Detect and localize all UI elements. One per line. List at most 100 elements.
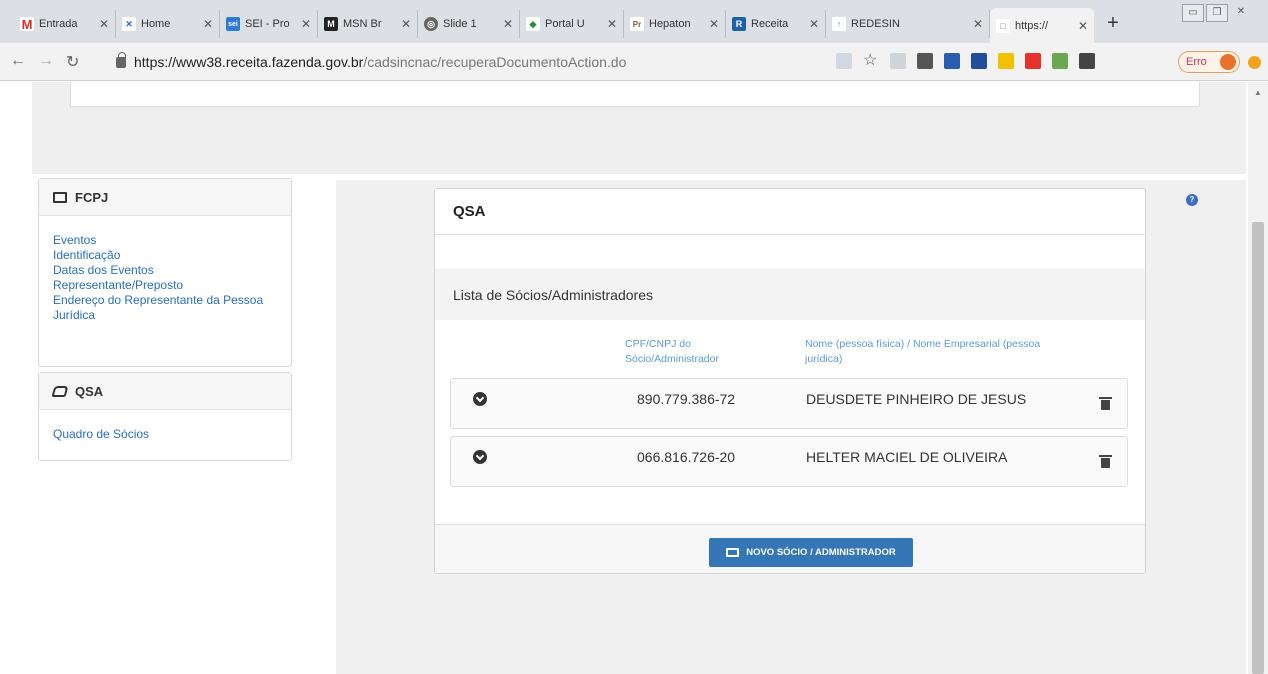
scrollbar[interactable]: ▲ bbox=[1248, 82, 1268, 674]
page-icon: □ bbox=[996, 18, 1010, 33]
table-row: 066.816.726-20 HELTER MACIEL DE OLIVEIRA bbox=[450, 436, 1128, 487]
qsa-panel-header: QSA bbox=[39, 373, 291, 410]
qsa-card: QSA Lista de Sócios/Administradores CPF/… bbox=[434, 188, 1146, 574]
help-icon[interactable]: ? bbox=[1186, 194, 1198, 206]
browser-toolbar: ← → ↻ https://www38.receita.fazenda.gov.… bbox=[0, 43, 1268, 81]
extension-icon[interactable] bbox=[971, 53, 987, 69]
tab-label: SEI - Pro bbox=[245, 18, 290, 30]
browser-tab[interactable]: ◆ Portal U ✕ bbox=[520, 10, 624, 38]
browser-tab[interactable]: ✕ Home ✕ bbox=[116, 10, 220, 38]
trash-icon[interactable] bbox=[1099, 397, 1112, 410]
column-header-cpf: CPF/CNPJ do Sócio/Administrador bbox=[625, 338, 719, 365]
close-icon[interactable]: ✕ bbox=[301, 17, 311, 31]
chart-extension-icon[interactable] bbox=[917, 53, 933, 69]
sidebar-link-eventos[interactable]: Eventos bbox=[53, 233, 277, 248]
url-host: https://www38.receita.fazenda.gov.br bbox=[134, 54, 364, 70]
close-icon[interactable]: ✕ bbox=[709, 17, 719, 31]
star-icon[interactable]: ☆ bbox=[863, 53, 879, 69]
browser-tab-strip: M Entrada ✕ ✕ Home ✕ sei SEI - Pro ✕ M M… bbox=[0, 0, 1268, 43]
fcpj-panel-header: FCPJ bbox=[39, 179, 291, 216]
browser-tab[interactable]: M Entrada ✕ bbox=[14, 10, 116, 38]
table-row: 890.779.386-72 DEUSDETE PINHEIRO DE JESU… bbox=[450, 378, 1128, 429]
extension-alert-icon[interactable] bbox=[1248, 56, 1261, 69]
trash-icon[interactable] bbox=[1099, 455, 1112, 468]
table-icon bbox=[53, 191, 67, 203]
extension-icon[interactable] bbox=[998, 53, 1014, 69]
close-icon[interactable]: ✕ bbox=[203, 17, 213, 31]
browser-tab[interactable]: ↑ REDESIN ✕ bbox=[826, 10, 990, 38]
portal-icon: ◆ bbox=[526, 17, 540, 31]
scroll-up-icon[interactable]: ▲ bbox=[1254, 88, 1262, 97]
nome-value: HELTER MACIEL DE OLIVEIRA bbox=[806, 449, 1008, 465]
scrollbar-thumb[interactable] bbox=[1252, 222, 1264, 674]
fcpj-panel: FCPJ Eventos Identificação Datas dos Eve… bbox=[38, 178, 292, 367]
extension-icon[interactable] bbox=[1052, 53, 1068, 69]
browser-tab-active[interactable]: □ https:// ✕ bbox=[990, 8, 1094, 43]
browser-tab[interactable]: M MSN Br ✕ bbox=[318, 10, 418, 38]
sidebar-link-endereco-representante[interactable]: Endereço do Representante da Pessoa Jurí… bbox=[53, 293, 273, 323]
close-icon[interactable]: ✕ bbox=[503, 17, 513, 31]
minimize-icon[interactable]: ▭ bbox=[1182, 4, 1204, 22]
add-socio-button[interactable]: NOVO SÓCIO / ADMINISTRADOR bbox=[709, 538, 913, 567]
fcpj-title: FCPJ bbox=[75, 189, 109, 205]
browser-tab[interactable]: ◎ Slide 1 ✕ bbox=[418, 10, 520, 38]
page-viewport: ▲ FCPJ Eventos Identificação Datas dos E… bbox=[0, 82, 1268, 674]
sidebar-link-datas-eventos[interactable]: Datas dos Eventos bbox=[53, 263, 277, 278]
extension-icon[interactable] bbox=[890, 53, 906, 69]
sidebar-link-quadro-socios[interactable]: Quadro de Sócios bbox=[53, 427, 277, 442]
back-icon[interactable]: ← bbox=[10, 52, 26, 70]
translate-icon[interactable] bbox=[836, 53, 852, 69]
cpf-value: 890.779.386-72 bbox=[637, 391, 736, 407]
reload-icon[interactable]: ↻ bbox=[66, 52, 79, 72]
window-controls: ▭ ❐ ✕ bbox=[1180, 4, 1252, 22]
close-icon[interactable]: ✕ bbox=[1078, 19, 1088, 33]
profile-error-button[interactable]: Erro bbox=[1178, 51, 1240, 73]
tab-label: Entrada bbox=[39, 18, 78, 30]
add-socio-label: NOVO SÓCIO / ADMINISTRADOR bbox=[746, 547, 896, 558]
receita-icon: R bbox=[732, 17, 746, 31]
sei-extension-icon[interactable] bbox=[1079, 53, 1095, 69]
tab-label: Slide 1 bbox=[443, 18, 477, 30]
error-label: Erro bbox=[1186, 56, 1207, 68]
maximize-icon[interactable]: ❐ bbox=[1206, 4, 1228, 22]
sidebar-link-representante[interactable]: Representante/Preposto bbox=[53, 278, 277, 293]
extension-icon[interactable] bbox=[1025, 53, 1041, 69]
tab-label: REDESIN bbox=[851, 18, 900, 30]
sidebar-link-identificacao[interactable]: Identificação bbox=[53, 248, 277, 263]
card-footer: NOVO SÓCIO / ADMINISTRADOR bbox=[435, 524, 1145, 573]
redesim-icon: ↑ bbox=[832, 17, 846, 31]
close-icon[interactable]: ✕ bbox=[99, 17, 109, 31]
qsa-panel: QSA Quadro de Sócios bbox=[38, 372, 292, 461]
chevron-down-icon[interactable] bbox=[473, 392, 487, 406]
tab-label: Home bbox=[141, 18, 171, 30]
avatar bbox=[1220, 54, 1236, 70]
page-title: QSA bbox=[435, 189, 1145, 235]
new-tab-button[interactable]: + bbox=[1100, 13, 1126, 35]
close-icon[interactable]: ✕ bbox=[607, 17, 617, 31]
column-header-nome: Nome (pessoa física) / Nome Empresarial … bbox=[805, 338, 1041, 365]
tab-label: Hepaton bbox=[649, 18, 691, 30]
home-tab-icon: ✕ bbox=[122, 17, 136, 31]
hepaton-icon: Pr bbox=[630, 17, 644, 31]
forward-icon[interactable]: → bbox=[38, 52, 54, 70]
browser-tab[interactable]: R Receita ✕ bbox=[726, 10, 826, 38]
gmail-icon: M bbox=[20, 16, 34, 32]
close-window-icon[interactable]: ✕ bbox=[1230, 4, 1252, 22]
top-menu bbox=[70, 82, 1200, 107]
qsa-title: QSA bbox=[75, 383, 104, 399]
close-icon[interactable]: ✕ bbox=[809, 17, 819, 31]
chevron-down-icon[interactable] bbox=[473, 450, 487, 464]
address-bar[interactable]: https://www38.receita.fazenda.gov.br/cad… bbox=[116, 49, 896, 75]
tab-label: https:// bbox=[1015, 19, 1049, 32]
cpf-value: 066.816.726-20 bbox=[637, 449, 736, 465]
extension-icons: ☆ bbox=[836, 53, 1106, 69]
close-icon[interactable]: ✕ bbox=[401, 17, 411, 31]
list-title: Lista de Sócios/Administradores bbox=[435, 269, 1145, 320]
lock-icon bbox=[116, 51, 126, 68]
close-icon[interactable]: ✕ bbox=[973, 17, 983, 31]
handshake-icon bbox=[51, 385, 69, 397]
browser-tab[interactable]: Pr Hepaton ✕ bbox=[624, 10, 726, 38]
extension-icon[interactable] bbox=[944, 53, 960, 69]
msn-icon: M bbox=[324, 17, 338, 31]
browser-tab[interactable]: sei SEI - Pro ✕ bbox=[220, 10, 318, 38]
